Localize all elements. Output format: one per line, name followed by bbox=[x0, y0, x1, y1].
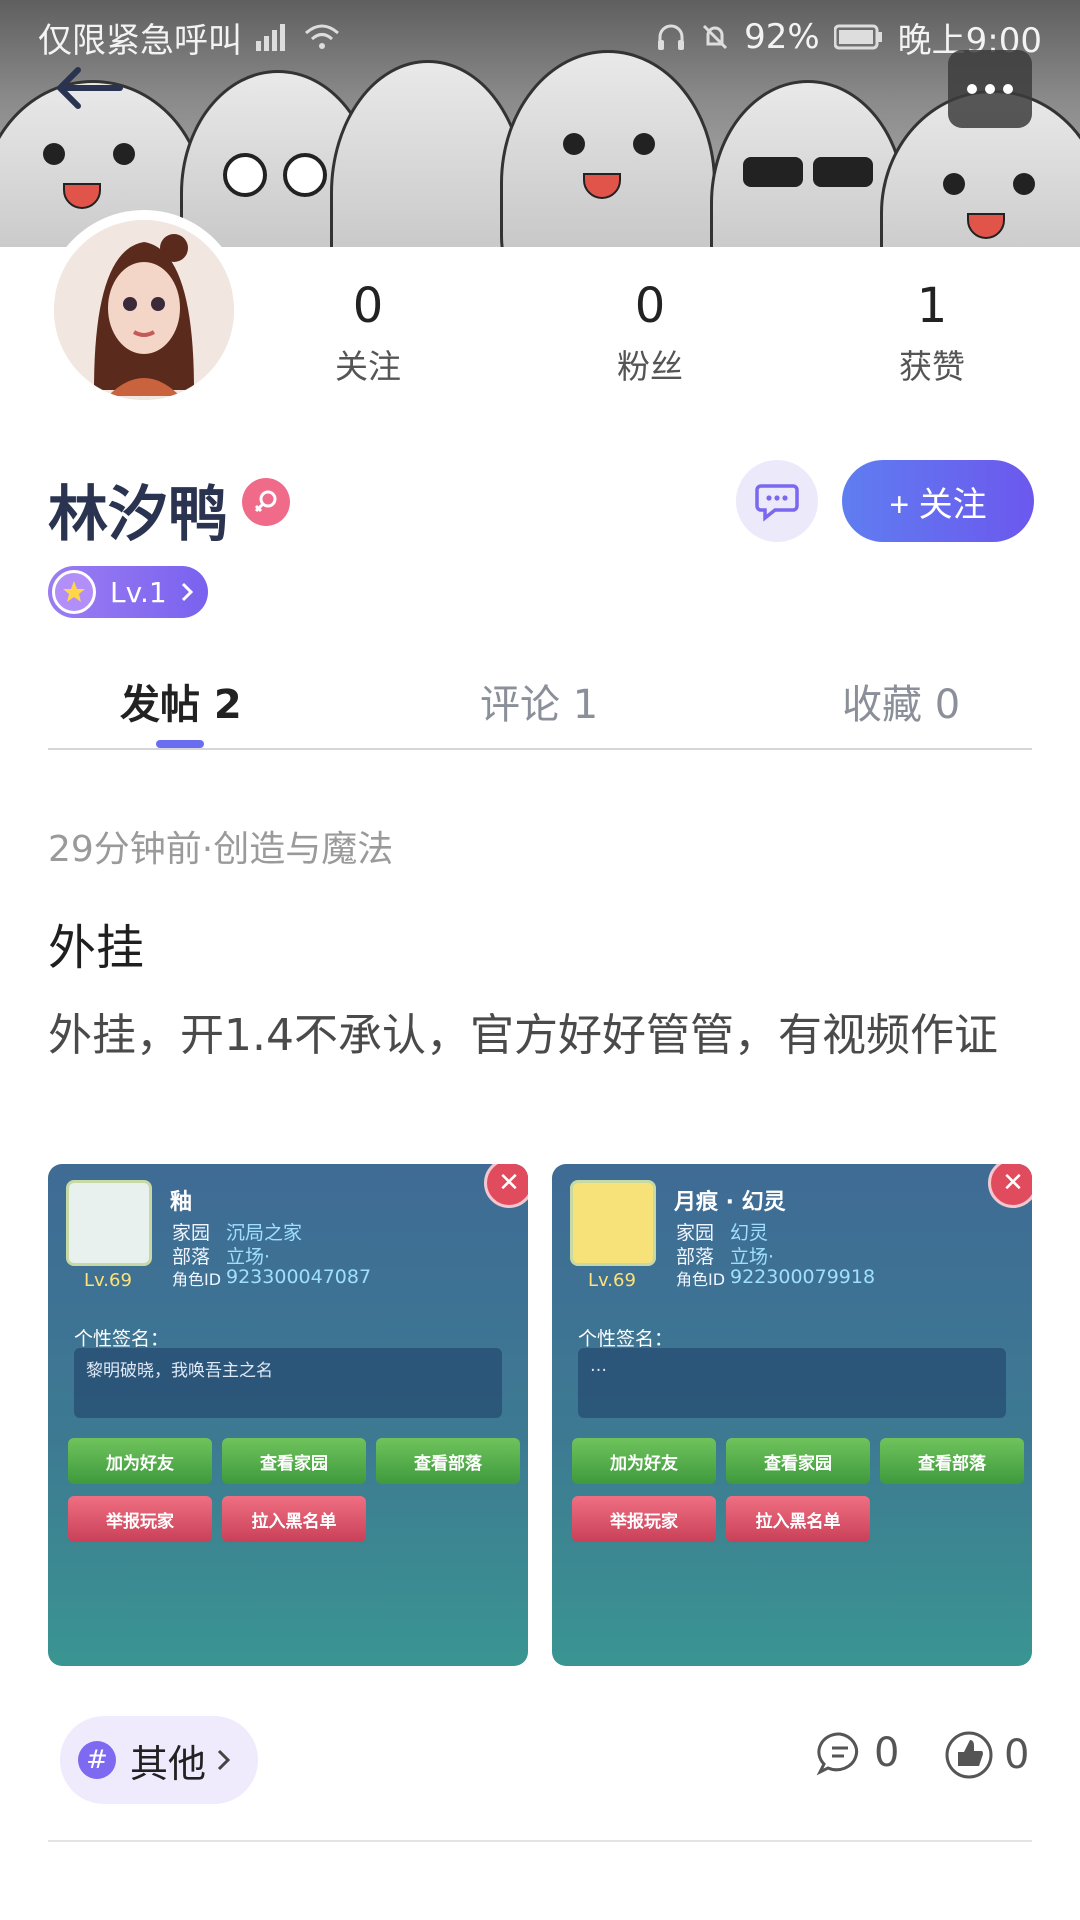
report-player-button: 举报玩家 bbox=[572, 1496, 716, 1542]
signature-label: 个性签名： bbox=[74, 1328, 170, 1350]
stat-likes-label: 获赞 bbox=[899, 347, 965, 386]
wifi-icon bbox=[305, 24, 339, 49]
like-count-value: 0 bbox=[1004, 1732, 1030, 1778]
view-tribe-button: 查看部落 bbox=[880, 1438, 1024, 1484]
signature-text: 黎明破晓，我唤吾主之名 bbox=[74, 1348, 502, 1418]
post-title[interactable]: 外挂 bbox=[48, 908, 144, 978]
home-value: 幻灵 bbox=[730, 1222, 769, 1244]
carrier-text: 仅限紧急呼叫 bbox=[38, 20, 242, 61]
more-dot-icon bbox=[1003, 84, 1013, 94]
signature-label: 个性签名： bbox=[578, 1328, 674, 1350]
player-name: 月痕 · 幻灵 bbox=[674, 1190, 786, 1215]
role-id-value: 923300047087 bbox=[226, 1266, 372, 1288]
tribe-value: 立场· bbox=[730, 1246, 775, 1268]
hash-icon: # bbox=[78, 1741, 116, 1779]
message-button[interactable] bbox=[736, 460, 818, 542]
player-avatar bbox=[570, 1180, 656, 1266]
player-level: Lv.69 bbox=[588, 1270, 636, 1291]
view-home-button: 查看家园 bbox=[726, 1438, 870, 1484]
status-bar: 仅限紧急呼叫 92% 晚上9:00 bbox=[0, 0, 1080, 74]
headphone-icon bbox=[658, 24, 685, 50]
close-icon: ✕ bbox=[988, 1164, 1032, 1208]
player-level: Lv.69 bbox=[84, 1270, 132, 1291]
blacklist-button: 拉入黑名单 bbox=[726, 1496, 870, 1542]
blacklist-button: 拉入黑名单 bbox=[222, 1496, 366, 1542]
female-gender-icon bbox=[242, 478, 290, 526]
topic-tag[interactable]: # 其他 bbox=[60, 1716, 258, 1804]
avatar[interactable] bbox=[44, 210, 244, 410]
chevron-right-icon bbox=[217, 1749, 231, 1771]
stat-likes-count: 1 bbox=[916, 278, 948, 334]
more-options-button[interactable] bbox=[948, 50, 1032, 128]
add-friend-button: 加为好友 bbox=[572, 1438, 716, 1484]
back-button[interactable] bbox=[50, 58, 130, 118]
username: 林汐鸭 bbox=[48, 480, 228, 550]
comment-count[interactable]: 0 bbox=[816, 1730, 899, 1776]
stat-fans-label: 粉丝 bbox=[617, 347, 683, 386]
profile-tabs: 发帖 2 评论 1 收藏 0 bbox=[48, 660, 1032, 750]
role-id-label: 角色ID bbox=[676, 1270, 726, 1289]
stat-following-count: 0 bbox=[352, 278, 384, 334]
home-label: 家园 bbox=[676, 1222, 715, 1244]
chevron-right-icon bbox=[181, 582, 193, 602]
tab-favorites[interactable]: 收藏 0 bbox=[842, 672, 960, 730]
post-body[interactable]: 外挂，开1.4不承认，官方好好管管，有视频作证 bbox=[48, 996, 1038, 1076]
tribe-label: 部落 bbox=[172, 1246, 211, 1268]
signature-text: … bbox=[578, 1348, 1006, 1418]
ghost-illustration bbox=[500, 50, 716, 247]
player-avatar bbox=[66, 1180, 152, 1266]
tab-comments[interactable]: 评论 1 bbox=[480, 672, 598, 730]
home-label: 家园 bbox=[172, 1222, 211, 1244]
chat-bubble-icon bbox=[755, 484, 799, 522]
view-home-button: 查看家园 bbox=[222, 1438, 366, 1484]
battery-percent: 92% bbox=[744, 17, 820, 57]
stat-fans[interactable]: 0 粉丝 bbox=[570, 278, 730, 388]
follow-button[interactable]: + 关注 bbox=[842, 460, 1034, 542]
level-badge[interactable]: Lv.1 bbox=[48, 566, 208, 618]
like-count[interactable]: 0 bbox=[944, 1730, 1029, 1780]
level-text: Lv.1 bbox=[110, 575, 167, 609]
report-player-button: 举报玩家 bbox=[68, 1496, 212, 1542]
ghost-illustration bbox=[710, 80, 906, 247]
view-tribe-button: 查看部落 bbox=[376, 1438, 520, 1484]
post-meta: 29分钟前·创造与魔法 bbox=[48, 829, 394, 870]
post-image-2[interactable]: ✕ 月痕 · 幻灵 家园 幻灵 部落 立场· 角色ID 922300079918… bbox=[552, 1164, 1032, 1666]
star-icon bbox=[52, 570, 96, 614]
tribe-value: 立场· bbox=[226, 1246, 271, 1268]
player-name: 釉 bbox=[170, 1190, 193, 1215]
stat-following[interactable]: 0 关注 bbox=[288, 278, 448, 388]
thumbs-up-icon bbox=[945, 1731, 993, 1779]
stat-likes[interactable]: 1 获赞 bbox=[852, 278, 1012, 388]
tribe-label: 部落 bbox=[676, 1246, 715, 1268]
signal-icon bbox=[256, 24, 285, 51]
tab-posts[interactable]: 发帖 2 bbox=[120, 672, 242, 730]
post-divider bbox=[48, 1840, 1032, 1842]
comment-count-value: 0 bbox=[874, 1730, 900, 1776]
comment-icon bbox=[816, 1732, 859, 1776]
post-image-1[interactable]: ✕ 釉 家园 沉局之家 部落 立场· 角色ID 923300047087 Lv.… bbox=[48, 1164, 528, 1666]
home-value: 沉局之家 bbox=[226, 1222, 303, 1244]
more-dot-icon bbox=[985, 84, 995, 94]
topic-tag-label: 其他 bbox=[130, 1741, 207, 1786]
mute-bell-icon bbox=[703, 24, 728, 50]
active-tab-indicator bbox=[156, 740, 204, 748]
battery-icon bbox=[833, 24, 882, 50]
stat-following-label: 关注 bbox=[335, 347, 401, 386]
ghost-illustration bbox=[330, 60, 526, 247]
back-arrow-icon bbox=[57, 67, 123, 109]
avatar-image bbox=[54, 220, 234, 400]
role-id-label: 角色ID bbox=[172, 1270, 222, 1289]
add-friend-button: 加为好友 bbox=[68, 1438, 212, 1484]
stat-fans-count: 0 bbox=[634, 278, 666, 334]
role-id-value: 922300079918 bbox=[730, 1266, 876, 1288]
close-icon: ✕ bbox=[484, 1164, 528, 1208]
more-dot-icon bbox=[967, 84, 977, 94]
